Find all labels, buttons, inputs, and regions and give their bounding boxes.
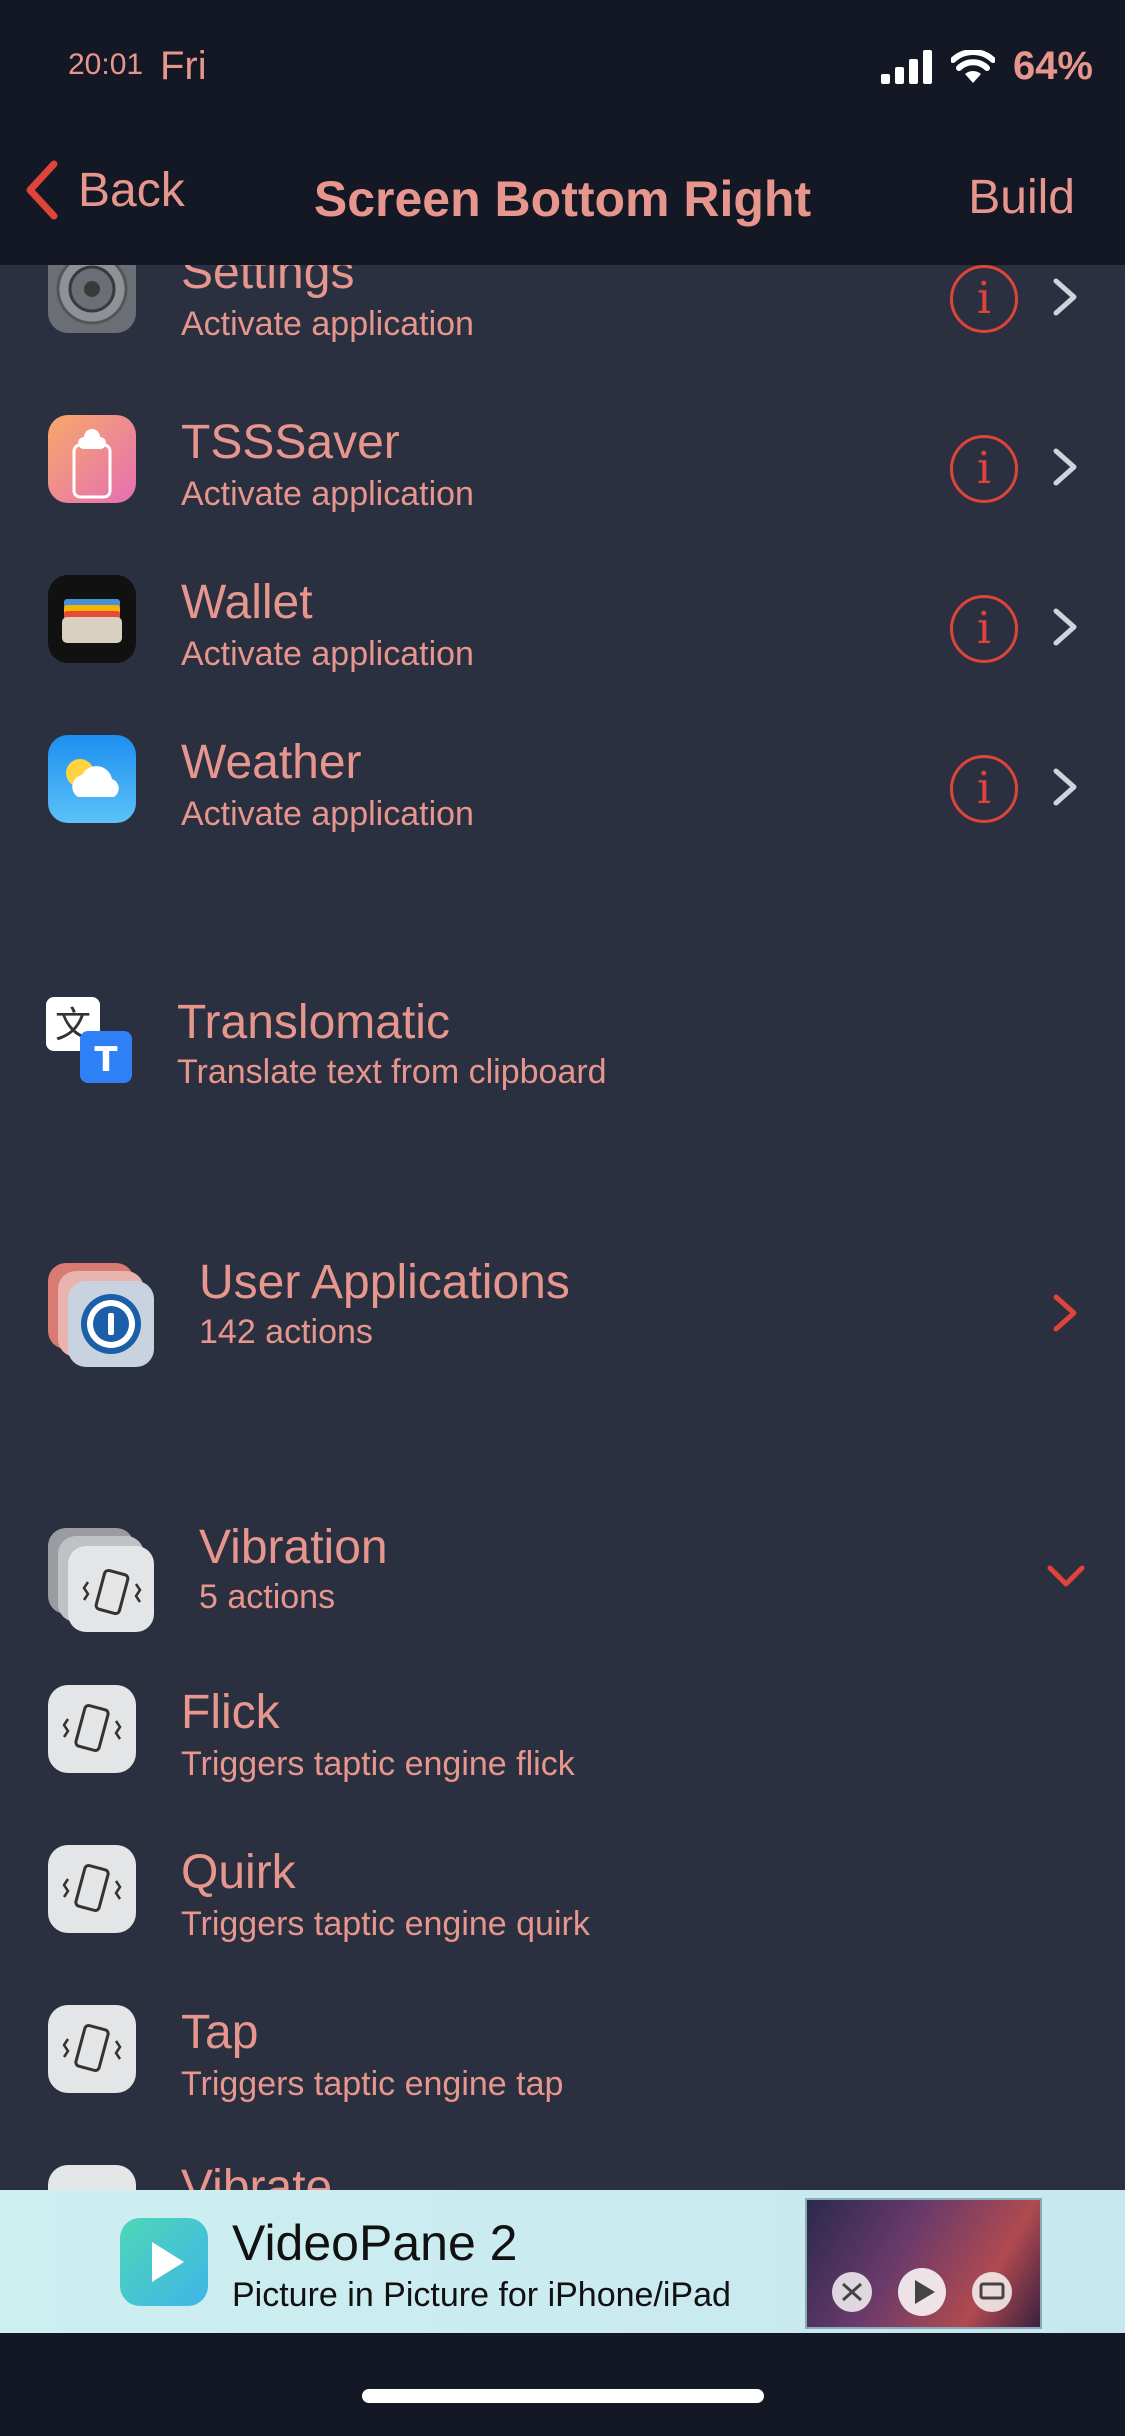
item-subtitle: Triggers taptic engine quirk	[181, 1905, 590, 1943]
item-title: Flick	[181, 1686, 280, 1739]
info-button[interactable]: i	[950, 435, 1018, 503]
item-subtitle: Activate application	[181, 635, 474, 673]
group-vibration[interactable]: Vibration 5 actions	[0, 1520, 1125, 1670]
vibration-icon	[48, 1685, 136, 1773]
group-subtitle: 142 actions	[199, 1313, 373, 1351]
item-title: Quirk	[181, 1846, 296, 1899]
ad-subtitle: Picture in Picture for iPhone/iPad	[232, 2276, 731, 2314]
translate-icon: 文 T	[44, 995, 132, 1083]
item-subtitle: Activate application	[181, 305, 474, 343]
list-item-tsssaver[interactable]: TSSSaver Activate application i	[0, 415, 1125, 565]
vibration-icon	[48, 2165, 136, 2190]
group-subtitle: 5 actions	[199, 1578, 336, 1616]
cellular-signal-icon	[880, 49, 932, 84]
item-title: TSSSaver	[181, 416, 400, 469]
item-subtitle: Activate application	[181, 475, 474, 513]
status-time: 20:01	[68, 48, 144, 81]
info-button[interactable]: i	[950, 265, 1018, 333]
item-subtitle: Triggers taptic engine tap	[181, 2065, 564, 2103]
chevron-right-icon[interactable]	[1048, 1293, 1082, 1333]
chevron-left-icon	[26, 160, 58, 220]
group-title: User Applications	[199, 1256, 570, 1309]
list-item-flick[interactable]: Flick Triggers taptic engine flick	[0, 1685, 1125, 1835]
back-button[interactable]: Back	[24, 160, 185, 220]
group-title: Vibration	[199, 1521, 388, 1574]
vibration-stack-icon	[48, 1528, 154, 1634]
wallet-icon	[48, 575, 136, 663]
item-title: Settings	[181, 265, 355, 299]
item-title: Tap	[181, 2006, 259, 2059]
vibration-icon	[48, 1845, 136, 1933]
navigation-bar: Back Screen Bottom Right Build	[0, 130, 1125, 265]
user-applications-stack-icon	[48, 1263, 154, 1369]
list-item-wallet[interactable]: Wallet Activate application i	[0, 575, 1125, 725]
videopane-app-icon	[120, 2218, 208, 2306]
svg-text:T: T	[94, 1040, 118, 1080]
ad-banner[interactable]: VideoPane 2 Picture in Picture for iPhon…	[0, 2190, 1125, 2333]
tsssaver-icon	[48, 415, 136, 503]
item-title: Wallet	[181, 576, 313, 629]
info-button[interactable]: i	[950, 755, 1018, 823]
item-title: Translomatic	[177, 996, 450, 1049]
settings-gear-icon	[48, 265, 136, 333]
status-day: Fri	[160, 44, 207, 88]
list-item-weather[interactable]: Weather Activate application i	[0, 735, 1125, 885]
status-bar: 20:01 Fri 64%	[0, 0, 1125, 130]
chevron-down-icon[interactable]	[1046, 1558, 1086, 1592]
list-item-tap[interactable]: Tap Triggers taptic engine tap	[0, 2005, 1125, 2155]
vibration-icon	[48, 2005, 136, 2093]
actions-list[interactable]: Settings Activate application i TSSSaver…	[0, 265, 1125, 2190]
item-title: Weather	[181, 736, 362, 789]
home-indicator[interactable]	[362, 2389, 764, 2403]
build-button[interactable]: Build	[968, 170, 1075, 225]
chevron-right-icon	[1053, 448, 1077, 486]
list-item-quirk[interactable]: Quirk Triggers taptic engine quirk	[0, 1845, 1125, 1995]
list-item-settings[interactable]: Settings Activate application i	[0, 265, 1125, 395]
wifi-icon	[950, 49, 995, 83]
group-user-applications[interactable]: User Applications 142 actions	[0, 1255, 1125, 1405]
ad-title: VideoPane 2	[232, 2215, 518, 2271]
list-item-translomatic[interactable]: 文 T Translomatic Translate text from cli…	[0, 995, 1125, 1145]
list-item-vibrate[interactable]: Vibrate	[0, 2160, 1125, 2190]
chevron-right-icon	[1053, 278, 1077, 316]
chevron-right-icon	[1053, 768, 1077, 806]
status-indicators: 64%	[880, 44, 1093, 89]
chevron-right-icon	[1053, 608, 1077, 646]
home-indicator-area	[0, 2333, 1125, 2436]
battery-percentage: 64%	[1012, 44, 1093, 88]
ad-preview-image	[805, 2198, 1042, 2329]
item-title: Vibrate	[181, 2161, 333, 2190]
weather-icon	[48, 735, 136, 823]
back-label: Back	[78, 163, 185, 217]
info-button[interactable]: i	[950, 595, 1018, 663]
item-subtitle: Triggers taptic engine flick	[181, 1745, 575, 1783]
item-subtitle: Translate text from clipboard	[177, 1053, 607, 1091]
item-subtitle: Activate application	[181, 795, 474, 833]
